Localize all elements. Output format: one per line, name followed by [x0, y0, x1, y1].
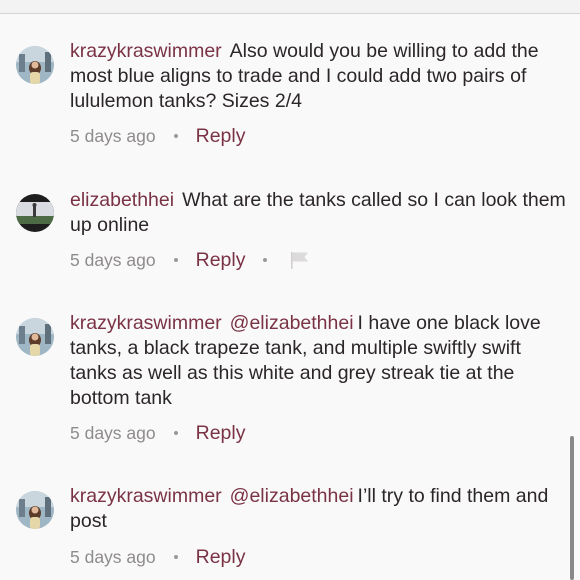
comment-timestamp: 5 days ago: [70, 249, 156, 270]
comment-username[interactable]: krazykraswimmer: [70, 312, 222, 334]
user-avatar[interactable]: [16, 46, 54, 84]
comment-timestamp: 5 days ago: [70, 125, 156, 146]
comment-timestamp: 5 days ago: [70, 422, 156, 443]
separator-dot-icon: [173, 555, 178, 559]
profile-photo-icon: [16, 194, 54, 232]
comment-mention[interactable]: @elizabethhei: [230, 312, 354, 334]
comment-meta: 5 days ago Reply: [70, 421, 245, 445]
comment-body: elizabethhei What are the tanks called so…: [70, 188, 570, 238]
comment-meta: 5 days ago Reply: [70, 545, 245, 569]
separator-dot-icon: [263, 258, 268, 262]
comment-body: krazykraswimmer @elizabethhei I’ll try to …: [70, 484, 570, 534]
separator-dot-icon: [173, 134, 178, 138]
comment-timestamp: 5 days ago: [70, 546, 156, 567]
comment-username[interactable]: krazykraswimmer: [70, 485, 222, 507]
reply-button[interactable]: Reply: [196, 422, 246, 445]
comment-mention[interactable]: @elizabethhei: [230, 485, 354, 507]
scrollbar-thumb[interactable]: [570, 436, 574, 580]
profile-photo-icon: [16, 318, 54, 356]
user-avatar[interactable]: [16, 491, 54, 529]
separator-dot-icon: [173, 258, 178, 262]
profile-photo-icon: [16, 46, 54, 84]
comment-body: krazykraswimmer @elizabethhei I have one b…: [70, 311, 570, 411]
separator-dot-icon: [173, 431, 178, 435]
comment-username[interactable]: elizabethhei: [70, 189, 174, 211]
reply-button[interactable]: Reply: [196, 125, 246, 148]
comment-username[interactable]: krazykraswimmer: [70, 40, 222, 62]
comment-body: krazykraswimmer Also would you be willing…: [70, 39, 570, 114]
profile-photo-icon: [16, 491, 54, 529]
comment-meta: 5 days ago Reply: [70, 124, 245, 148]
flag-icon[interactable]: [289, 250, 311, 270]
user-avatar[interactable]: [16, 318, 54, 356]
top-divider-bar: [0, 0, 580, 14]
user-avatar[interactable]: [16, 194, 54, 232]
reply-button[interactable]: Reply: [196, 546, 246, 569]
reply-button[interactable]: Reply: [196, 249, 246, 272]
comment-meta: 5 days ago Reply: [70, 248, 311, 272]
